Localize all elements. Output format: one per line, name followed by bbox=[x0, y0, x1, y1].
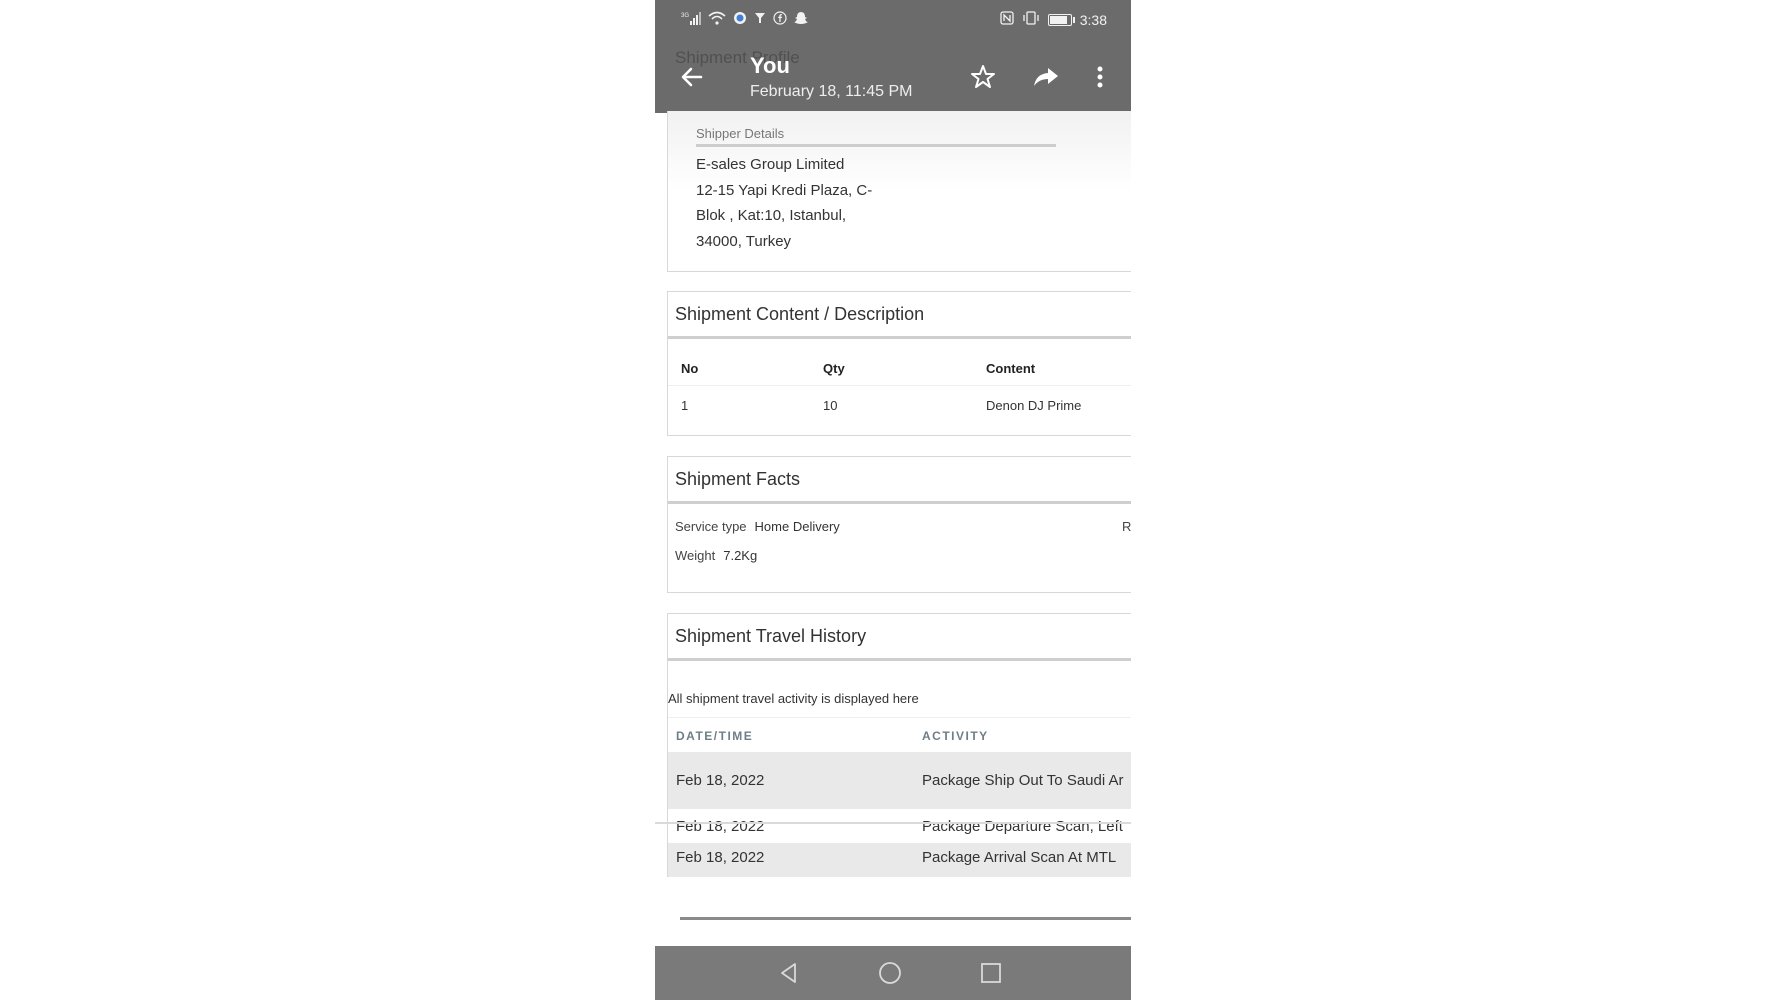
snapchat-icon bbox=[794, 11, 808, 29]
address-line: 34000, Turkey bbox=[696, 232, 792, 250]
share-button[interactable] bbox=[1031, 62, 1061, 92]
row-date: Feb 18, 2022 bbox=[676, 772, 765, 789]
travel-history-note: All shipment travel activity is displaye… bbox=[668, 691, 919, 706]
cell-qty: 10 bbox=[823, 398, 838, 413]
back-button[interactable] bbox=[677, 62, 707, 92]
travel-history-title: Shipment Travel History bbox=[668, 614, 1131, 661]
star-icon bbox=[971, 65, 995, 88]
filter-icon bbox=[754, 11, 766, 29]
divider bbox=[655, 822, 1131, 824]
back-arrow-icon bbox=[681, 67, 703, 87]
travel-history-table: DATE/TIME ACTIVITY Feb 18, 2022 Package … bbox=[668, 717, 1131, 877]
address-line: 12-15 Yapi Kredi Plaza, C- bbox=[696, 181, 873, 199]
shipper-address: E-sales Group Limited 12-15 Yapi Kredi P… bbox=[696, 152, 872, 254]
recents-square-icon bbox=[981, 963, 1001, 983]
fact-value: 7.2Kg bbox=[723, 548, 758, 563]
vibrate-icon bbox=[1022, 11, 1040, 28]
back-triangle-icon bbox=[781, 963, 796, 983]
shipment-facts-card: Shipment Facts Service type Home Delivery… bbox=[667, 456, 1131, 593]
share-icon bbox=[1034, 68, 1058, 86]
cell-content: Denon DJ Prime bbox=[986, 398, 1082, 413]
nav-back-button[interactable] bbox=[776, 960, 802, 986]
system-nav-bar bbox=[655, 946, 1131, 1000]
nfc-icon bbox=[1000, 11, 1014, 28]
fact-service-type: Service type Home Delivery bbox=[675, 519, 840, 534]
status-time: 3:38 bbox=[1079, 11, 1107, 28]
row-activity: Package Ship Out To Saudi Ar bbox=[922, 772, 1124, 789]
cell-no: 1 bbox=[681, 398, 689, 413]
battery-icon bbox=[1047, 13, 1075, 26]
table-row: Feb 18, 2022 Package Ship Out To Saudi A… bbox=[668, 752, 1131, 809]
fact-truncated-label: R bbox=[1122, 519, 1131, 534]
row-activity: Package Departure Scan, Left bbox=[922, 818, 1123, 835]
shipment-facts-title: Shipment Facts bbox=[668, 457, 1131, 504]
table-header-row: DATE/TIME ACTIVITY bbox=[668, 717, 1131, 752]
fact-label: Weight bbox=[675, 548, 716, 563]
shipper-details-card: Shipper Details E-sales Group Limited 12… bbox=[667, 111, 1131, 272]
fact-value: Home Delivery bbox=[754, 519, 840, 534]
table-row: Feb 18, 2022 Package Arrival Scan At MTL bbox=[668, 843, 1131, 877]
message-timestamp: February 18, 11:45 PM bbox=[750, 83, 913, 100]
column-header-activity: ACTIVITY bbox=[922, 729, 989, 743]
column-header-datetime: DATE/TIME bbox=[676, 729, 754, 743]
address-line: Blok , Kat:10, Istanbul, bbox=[696, 207, 847, 224]
column-header-content: Content bbox=[986, 361, 1036, 376]
table-row: Feb 18, 2022 Package Departure Scan, Lef… bbox=[668, 809, 1131, 843]
table-header-row: No Qty Content bbox=[668, 353, 1131, 386]
nav-home-button[interactable] bbox=[877, 960, 903, 986]
fact-label: Service type bbox=[675, 519, 747, 534]
column-header-qty: Qty bbox=[823, 361, 845, 376]
status-bar: 3G 3:38 bbox=[655, 0, 1131, 40]
row-date: Feb 18, 2022 bbox=[676, 818, 765, 835]
shipment-content-card: Shipment Content / Description No Qty Co… bbox=[667, 291, 1131, 436]
phone-screen: 3G 3:38 Shipment Profile You February 18… bbox=[655, 0, 1131, 1000]
travel-history-card: Shipment Travel History All shipment tra… bbox=[667, 613, 1131, 877]
wifi-icon bbox=[708, 11, 726, 29]
row-activity: Package Arrival Scan At MTL bbox=[922, 849, 1117, 866]
home-circle-icon bbox=[879, 962, 901, 984]
svg-text:3G: 3G bbox=[681, 13, 689, 19]
table-row: 1 10 Denon DJ Prime bbox=[668, 386, 1131, 418]
divider bbox=[680, 917, 1131, 920]
signal-icon: 3G bbox=[681, 11, 701, 29]
nav-recents-button[interactable] bbox=[978, 960, 1004, 986]
more-options-button[interactable] bbox=[1085, 62, 1115, 92]
fact-weight: Weight 7.2Kg bbox=[675, 548, 757, 563]
shipment-content-title: Shipment Content / Description bbox=[668, 292, 1131, 339]
facebook-icon bbox=[773, 11, 787, 29]
divider bbox=[696, 144, 1056, 147]
app-toolbar: Shipment Profile You February 18, 11:45 … bbox=[655, 40, 1131, 113]
star-button[interactable] bbox=[968, 62, 998, 92]
address-line: E-sales Group Limited bbox=[696, 156, 845, 173]
vpn-icon bbox=[733, 11, 747, 29]
row-date: Feb 18, 2022 bbox=[676, 849, 765, 866]
shipper-details-label: Shipper Details bbox=[696, 126, 785, 141]
column-header-no: No bbox=[681, 361, 699, 376]
sender-name: You bbox=[750, 53, 790, 78]
content-table: No Qty Content 1 10 Denon DJ Prime bbox=[668, 353, 1131, 418]
more-vert-icon bbox=[1097, 66, 1103, 88]
